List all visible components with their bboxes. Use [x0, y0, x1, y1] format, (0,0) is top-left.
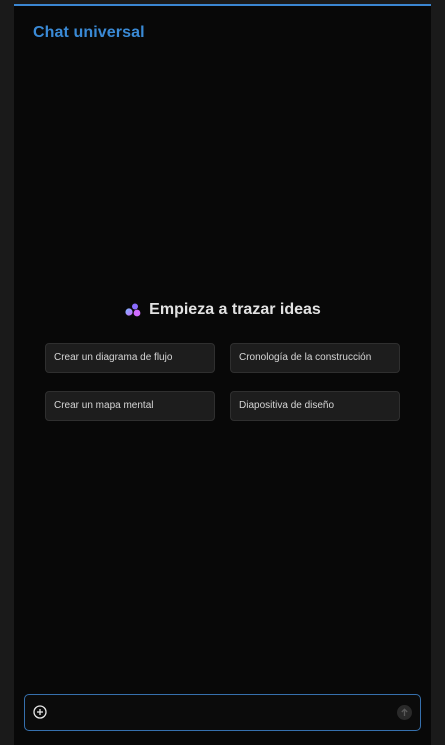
- page-title: Chat universal: [33, 24, 145, 41]
- message-input[interactable]: [55, 701, 389, 727]
- suggestion-design-slide[interactable]: Diapositiva de diseño: [230, 391, 400, 421]
- empty-state-heading: Empieza a trazar ideas: [14, 301, 431, 319]
- send-button[interactable]: [397, 705, 412, 720]
- message-composer: [24, 694, 421, 731]
- suggestion-construction-timeline[interactable]: Cronología de la construcción: [230, 343, 400, 373]
- sparkle-dots-icon: [125, 303, 141, 317]
- suggestion-mind-map[interactable]: Crear un mapa mental: [45, 391, 215, 421]
- suggestion-flowchart[interactable]: Crear un diagrama de flujo: [45, 343, 215, 373]
- chat-panel: Chat universal Empieza a trazar ideas Cr…: [14, 4, 431, 745]
- plus-circle-icon[interactable]: [33, 705, 47, 719]
- empty-state-title: Empieza a trazar ideas: [149, 301, 321, 318]
- arrow-up-icon: [401, 708, 408, 716]
